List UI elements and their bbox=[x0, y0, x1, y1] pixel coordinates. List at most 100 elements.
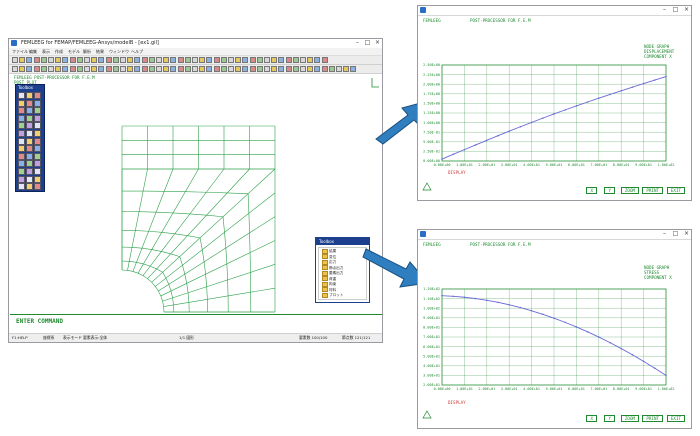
palette-tool-button[interactable] bbox=[34, 145, 41, 153]
toolbar-button[interactable] bbox=[156, 57, 162, 63]
toolbar-button[interactable] bbox=[120, 66, 126, 72]
bottom-plot-titlebar[interactable]: – □ × bbox=[418, 230, 691, 240]
toolbar-button[interactable] bbox=[112, 66, 119, 72]
palette-tool-button[interactable] bbox=[18, 114, 25, 122]
toolbar-button[interactable] bbox=[134, 66, 141, 72]
toolbar-button[interactable] bbox=[307, 66, 314, 72]
toolbar-button[interactable] bbox=[12, 57, 18, 63]
toolbar-button[interactable] bbox=[76, 66, 83, 72]
menu-edit[interactable]: 編集 bbox=[29, 48, 37, 55]
status-cell[interactable]: ZOOM bbox=[620, 415, 639, 422]
minimize-icon[interactable]: – bbox=[660, 230, 669, 238]
palette-tool-button[interactable] bbox=[18, 99, 25, 107]
toolbar-button[interactable] bbox=[336, 66, 342, 72]
toolbar-button[interactable] bbox=[235, 66, 242, 72]
palette-tool-button[interactable] bbox=[26, 175, 33, 183]
toolbar-button[interactable] bbox=[292, 66, 299, 72]
minimize-icon[interactable]: – bbox=[353, 39, 362, 47]
toolbar-button[interactable] bbox=[264, 66, 270, 72]
palette-tool-button[interactable] bbox=[18, 183, 25, 191]
menu-create[interactable]: 作成 bbox=[55, 48, 63, 55]
palette-tool-button[interactable] bbox=[34, 92, 41, 99]
tool-palette[interactable]: Toolbox bbox=[15, 84, 45, 192]
toolbar-button[interactable] bbox=[170, 57, 177, 63]
toolbar-button[interactable] bbox=[177, 57, 184, 63]
toolbar-button[interactable] bbox=[48, 57, 54, 63]
toolbar-button[interactable] bbox=[321, 57, 328, 63]
palette-tool-button[interactable] bbox=[34, 175, 41, 183]
toolbar-button[interactable] bbox=[350, 66, 357, 72]
toolbar-button[interactable] bbox=[33, 57, 40, 63]
toolbar-button[interactable] bbox=[127, 57, 134, 63]
top-plot-titlebar[interactable]: – □ × bbox=[418, 6, 691, 16]
toolbar-button[interactable] bbox=[321, 66, 328, 72]
toolbar-button[interactable] bbox=[184, 66, 191, 72]
toolbar-button[interactable] bbox=[285, 57, 292, 63]
toolbar-button[interactable] bbox=[206, 57, 213, 63]
menu-model[interactable]: モデル bbox=[68, 48, 80, 55]
toolbar-button[interactable] bbox=[235, 57, 242, 63]
toolbar-button[interactable] bbox=[213, 57, 220, 63]
palette-tool-button[interactable] bbox=[34, 99, 41, 107]
toolbar-button[interactable] bbox=[48, 66, 54, 72]
toolbar-button[interactable] bbox=[134, 57, 141, 63]
top-plot-graph[interactable]: 2.50E+00 2.25E+00 2.00E+00 1.75E+00 1.50E+00… bbox=[418, 61, 691, 181]
palette-tool-button[interactable] bbox=[26, 145, 33, 153]
palette-tool-button[interactable] bbox=[34, 130, 41, 137]
toolbar-button[interactable] bbox=[127, 66, 134, 72]
status-cell[interactable]: X bbox=[586, 415, 597, 422]
palette-tool-button[interactable] bbox=[18, 152, 25, 160]
close-icon[interactable]: × bbox=[373, 39, 382, 47]
toolbar-button[interactable] bbox=[292, 57, 299, 63]
toolbar-button[interactable] bbox=[278, 57, 285, 63]
palette-tool-button[interactable] bbox=[26, 92, 33, 99]
palette-tool-button[interactable] bbox=[18, 145, 25, 153]
toolbar-button[interactable] bbox=[199, 66, 206, 72]
palette-tool-button[interactable] bbox=[34, 137, 41, 145]
close-icon[interactable]: × bbox=[682, 6, 691, 14]
palette-tool-button[interactable] bbox=[26, 152, 33, 160]
palette-tool-button[interactable] bbox=[34, 183, 41, 191]
toolbar-button[interactable] bbox=[148, 57, 155, 63]
status-cell[interactable]: Y bbox=[604, 415, 615, 422]
toolbar-button[interactable] bbox=[271, 57, 278, 63]
toolbar-button[interactable] bbox=[33, 66, 40, 72]
toolbar-button[interactable] bbox=[192, 66, 198, 72]
palette-tool-button[interactable] bbox=[34, 168, 41, 175]
maximize-icon[interactable]: □ bbox=[671, 6, 680, 14]
palette-tool-button[interactable] bbox=[26, 122, 33, 130]
toolbar-button[interactable] bbox=[307, 57, 314, 63]
toolbar-button[interactable] bbox=[192, 57, 198, 63]
toolbar-button[interactable] bbox=[141, 66, 148, 72]
status-cell[interactable]: PRINT bbox=[642, 187, 663, 194]
menu-help[interactable]: ヘルプ bbox=[131, 48, 143, 55]
toolbar-button[interactable] bbox=[40, 57, 47, 63]
bottom-plot-graph[interactable]: 1.20E+02 1.10E+02 1.00E+02 9.00E+01 8.00E+01… bbox=[418, 285, 691, 405]
toolbar-button[interactable] bbox=[120, 57, 126, 63]
toolbar-button[interactable] bbox=[40, 66, 47, 72]
toolbar-button[interactable] bbox=[91, 57, 98, 63]
palette-tool-button[interactable] bbox=[26, 160, 33, 168]
maximize-icon[interactable]: □ bbox=[363, 39, 372, 47]
palette-tool-button[interactable] bbox=[18, 175, 25, 183]
palette-tool-button[interactable] bbox=[18, 130, 25, 137]
toolbar-button[interactable] bbox=[278, 66, 285, 72]
palette-tool-button[interactable] bbox=[26, 99, 33, 107]
toolbar-button[interactable] bbox=[141, 57, 148, 63]
palette-tool-button[interactable] bbox=[34, 152, 41, 160]
toolbar-button[interactable] bbox=[26, 57, 33, 63]
palette-tool-button[interactable] bbox=[26, 137, 33, 145]
toolbar-button[interactable] bbox=[55, 66, 62, 72]
toolbar-button[interactable] bbox=[264, 57, 270, 63]
toolbar-button[interactable] bbox=[256, 57, 263, 63]
toolbar-button[interactable] bbox=[314, 57, 321, 63]
toolbar-button[interactable] bbox=[328, 66, 335, 72]
status-cell[interactable]: X bbox=[586, 187, 597, 194]
menu-window[interactable]: ウィンドウ bbox=[109, 48, 129, 55]
toolbar-button[interactable] bbox=[249, 66, 256, 72]
palette-tool-button[interactable] bbox=[26, 107, 33, 115]
palette-tool-button[interactable] bbox=[34, 122, 41, 130]
toolbar-button[interactable] bbox=[105, 66, 112, 72]
toolbar-button[interactable] bbox=[55, 57, 62, 63]
menu-analysis[interactable]: 解析 bbox=[83, 48, 91, 55]
